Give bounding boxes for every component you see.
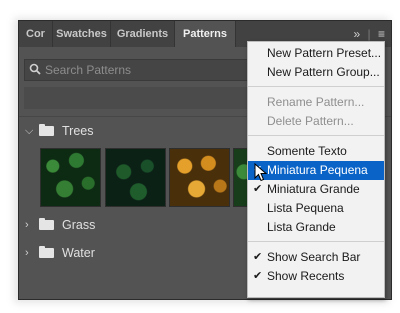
search-bar[interactable]: Search Patterns [24, 59, 256, 81]
menu-item-rename-pattern[interactable]: Rename Pattern... [248, 93, 384, 112]
menu-item-somente-texto[interactable]: Somente Texto [248, 142, 384, 161]
menu-separator [248, 241, 384, 242]
group-grass[interactable]: › Grass [19, 214, 259, 236]
menu-item-new-pattern-group[interactable]: New Pattern Group... [248, 63, 384, 82]
search-icon [29, 63, 41, 75]
group-water[interactable]: › Water [19, 242, 259, 264]
panel-menu-icon[interactable]: ≡ [378, 27, 385, 41]
tab-gradients[interactable]: Gradients [111, 21, 175, 47]
pattern-thumbnail[interactable] [105, 148, 166, 207]
pattern-thumbnail[interactable] [169, 148, 230, 207]
mouse-cursor-icon [254, 163, 268, 182]
group-label: Water [62, 246, 95, 260]
menu-separator [248, 135, 384, 136]
menu-item-miniatura-pequena[interactable]: ✔ Miniatura Pequena [248, 161, 384, 180]
recents-bar [24, 87, 254, 109]
menu-item-show-recents[interactable]: ✔ Show Recents [248, 267, 384, 286]
folder-icon [39, 124, 54, 136]
chevron-down-icon[interactable]: ⌵ [25, 120, 33, 142]
tab-patterns[interactable]: Patterns [175, 21, 236, 47]
group-trees[interactable]: ⌵ Trees [19, 120, 259, 142]
tab-cor[interactable]: Cor [19, 21, 53, 47]
folder-icon [39, 218, 54, 230]
folder-icon [39, 246, 54, 258]
expand-panel-icon[interactable]: » [353, 27, 360, 41]
search-input[interactable]: Search Patterns [45, 60, 245, 80]
menu-item-delete-pattern[interactable]: Delete Pattern... [248, 112, 384, 131]
checkmark-icon: ✔ [253, 251, 263, 263]
pattern-thumbnail[interactable] [40, 148, 101, 207]
menu-item-show-search-bar[interactable]: ✔ Show Search Bar [248, 248, 384, 267]
menu-item-miniatura-grande[interactable]: ✔ Miniatura Grande [248, 180, 384, 199]
menu-separator [248, 86, 384, 87]
tab-swatches[interactable]: Swatches [53, 21, 111, 47]
group-label: Grass [62, 218, 96, 232]
chevron-right-icon[interactable]: › [25, 242, 29, 264]
menu-item-lista-grande[interactable]: Lista Grande [248, 218, 384, 237]
group-label: Trees [62, 124, 94, 138]
menu-item-lista-pequena[interactable]: Lista Pequena [248, 199, 384, 218]
chevron-right-icon[interactable]: › [25, 214, 29, 236]
menu-item-new-pattern-preset[interactable]: New Pattern Preset... [248, 44, 384, 63]
checkmark-icon: ✔ [253, 270, 263, 282]
